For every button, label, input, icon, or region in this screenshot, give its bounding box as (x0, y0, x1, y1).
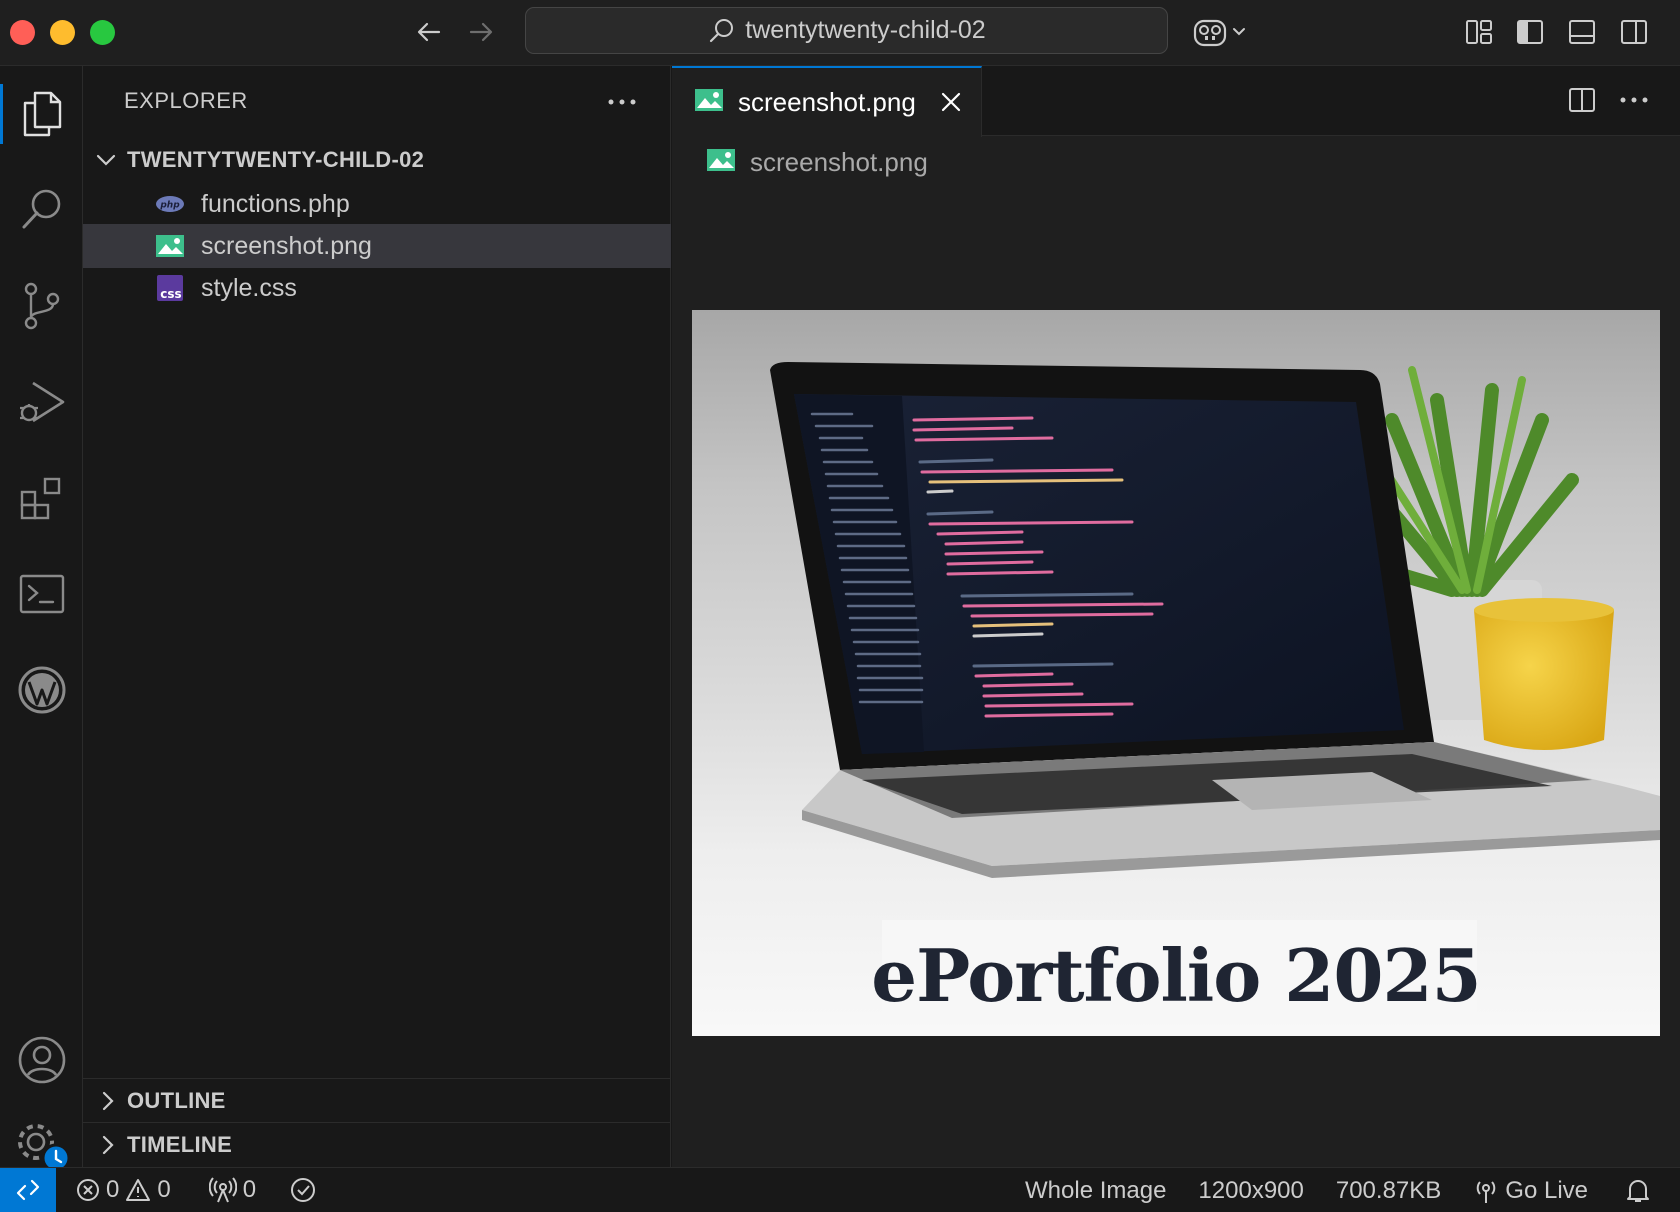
outline-label: OUTLINE (127, 1087, 226, 1113)
maximize-window-button[interactable] (90, 20, 115, 45)
zoom-status[interactable]: Whole Image (1009, 1168, 1182, 1212)
image-dimensions: 1200x900 (1182, 1168, 1319, 1212)
status-bar: 0 0 0 Whole Image 1200x900 700.87KB Go L… (0, 1167, 1680, 1212)
more-actions-icon[interactable] (1616, 82, 1652, 118)
breadcrumb[interactable]: screenshot.png (706, 140, 928, 184)
tab-screenshot-png[interactable]: screenshot.png (672, 66, 982, 137)
bell-icon[interactable] (1604, 1168, 1680, 1212)
toggle-primary-sidebar-icon[interactable] (1512, 14, 1548, 50)
php-file-icon: php (153, 189, 187, 219)
outline-section[interactable]: OUTLINE (83, 1078, 671, 1122)
go-live-label: Go Live (1505, 1176, 1588, 1204)
toggle-panel-icon[interactable] (1564, 14, 1600, 50)
image-file-icon (706, 148, 736, 177)
source-control-icon[interactable] (0, 266, 83, 346)
css-file-icon: css (153, 273, 187, 303)
more-actions-icon[interactable] (604, 84, 640, 120)
toggle-secondary-sidebar-icon[interactable] (1616, 14, 1652, 50)
remote-indicator-icon[interactable] (0, 1167, 56, 1212)
close-icon[interactable] (935, 86, 967, 118)
error-icon (77, 1179, 99, 1201)
files-icon[interactable] (0, 74, 83, 154)
problems-status[interactable]: 0 0 (66, 1168, 181, 1212)
explorer-header: EXPLORER (83, 66, 671, 136)
activity-bar (0, 66, 83, 1173)
image-file-icon (153, 231, 187, 261)
file-item-style-css[interactable]: css style.css (83, 266, 671, 310)
chevron-down-icon (83, 149, 127, 171)
terminal-icon[interactable] (0, 554, 83, 634)
search-icon[interactable] (0, 170, 83, 250)
file-size: 700.87KB (1320, 1168, 1457, 1212)
workspace-folder[interactable]: TWENTYTWENTY-CHILD-02 (83, 138, 671, 182)
wordpress-icon[interactable] (0, 650, 83, 730)
zoom-label: Whole Image (1025, 1176, 1167, 1204)
title-bar: twentytwenty-child-02 (0, 0, 1680, 66)
dimensions-label: 1200x900 (1198, 1176, 1304, 1204)
explorer-sidebar: EXPLORER TWENTYTWENTY-CHILD-02 php funct… (83, 66, 671, 1167)
file-name: functions.php (201, 189, 350, 218)
command-center-search[interactable]: twentytwenty-child-02 (525, 7, 1168, 54)
chevron-right-icon (83, 1134, 127, 1156)
warning-count: 0 (157, 1176, 171, 1203)
timeline-label: TIMELINE (127, 1131, 233, 1157)
svg-text:php: php (159, 201, 180, 211)
broadcast-icon (208, 1177, 237, 1203)
error-count: 0 (106, 1176, 120, 1203)
go-live-button[interactable]: Go Live (1457, 1168, 1604, 1212)
close-window-button[interactable] (10, 20, 35, 45)
copilot-icon[interactable] (1192, 14, 1252, 50)
ports-status[interactable]: 0 (199, 1168, 266, 1212)
cup-graphic (1474, 598, 1614, 750)
arrow-left-icon[interactable] (411, 14, 447, 50)
extensions-icon[interactable] (0, 458, 83, 538)
file-name: style.css (201, 273, 297, 302)
check-icon[interactable] (280, 1168, 326, 1212)
run-debug-icon[interactable] (0, 362, 83, 442)
split-editor-icon[interactable] (1564, 82, 1600, 118)
minimize-window-button[interactable] (50, 20, 75, 45)
warning-icon (126, 1179, 151, 1201)
tab-bar: screenshot.png (672, 66, 1680, 137)
timeline-section[interactable]: TIMELINE (83, 1122, 671, 1166)
broadcast-icon (1476, 1180, 1496, 1203)
image-file-icon (694, 88, 724, 117)
svg-text:css: css (160, 287, 181, 301)
search-icon (710, 18, 734, 42)
customize-layout-icon[interactable] (1461, 14, 1497, 50)
image-caption: ePortfolio 2025 (871, 933, 1481, 1018)
command-center-label: twentytwenty-child-02 (745, 16, 986, 44)
arrow-right-icon[interactable] (463, 14, 499, 50)
file-name: screenshot.png (201, 231, 372, 260)
file-item-functions-php[interactable]: php functions.php (83, 182, 671, 226)
breadcrumb-label: screenshot.png (750, 146, 928, 177)
image-preview[interactable]: ePortfolio 2025 (692, 310, 1660, 1036)
ports-count: 0 (242, 1176, 257, 1203)
file-size-label: 700.87KB (1335, 1176, 1442, 1204)
tab-label: screenshot.png (738, 87, 916, 117)
folder-name: TWENTYTWENTY-CHILD-02 (127, 147, 425, 172)
file-item-screenshot-png[interactable]: screenshot.png (83, 224, 671, 268)
account-icon[interactable] (0, 1020, 83, 1100)
chevron-right-icon (83, 1090, 127, 1112)
explorer-title: EXPLORER (124, 88, 248, 113)
editor-area: screenshot.png screenshot.png ePortfolio… (672, 66, 1680, 1167)
